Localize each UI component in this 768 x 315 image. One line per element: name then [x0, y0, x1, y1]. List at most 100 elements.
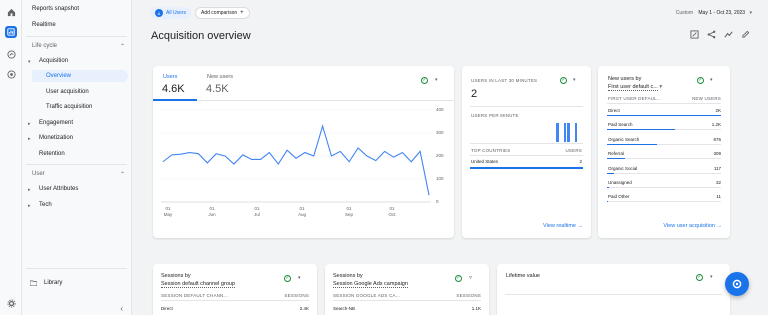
active-tab-underline	[153, 99, 197, 101]
lifetime-value-title: Lifetime value	[506, 273, 540, 279]
x-tick-month: Aug	[297, 212, 306, 217]
row-value-bar	[470, 167, 583, 169]
reports-icon[interactable]	[5, 26, 17, 38]
nav-divider	[26, 36, 127, 37]
date-range-value: May 1 - Oct 23, 2023	[698, 10, 746, 16]
nav-monetization[interactable]: Monetization	[39, 135, 73, 141]
check-circle-icon: ✓	[697, 77, 704, 84]
dimension-picker[interactable]: First user default c...	[608, 84, 658, 91]
dimension-col-header: SESSION DEFAULT CHANN...	[161, 293, 228, 298]
insights-icon[interactable]	[724, 30, 733, 41]
table-header-divider	[607, 103, 721, 104]
add-comparison-button[interactable]: Add comparison +	[195, 7, 250, 19]
nav-retention[interactable]: Retention	[39, 151, 65, 157]
y-tick-label: 100	[436, 176, 444, 181]
caret-down-icon: ▾	[28, 59, 31, 65]
edit-pencil-icon[interactable]	[741, 30, 750, 41]
y-tick-label: 200	[436, 153, 444, 158]
dimension-picker[interactable]: Session default channel group	[161, 281, 235, 288]
data-point	[242, 154, 244, 156]
nav-library[interactable]: Library	[44, 280, 62, 286]
table-row-name: Paid Search	[608, 122, 633, 128]
check-circle-icon: ✓	[284, 275, 291, 282]
x-tick-month: Oct	[388, 212, 396, 217]
dimension-picker[interactable]: Session Google Ads campaign	[333, 281, 408, 288]
y-tick-label: 0	[436, 199, 439, 204]
audience-letter-badge: A	[155, 9, 163, 17]
x-tick-label: 01 Oct	[385, 206, 399, 218]
view-realtime-link[interactable]: View realtime →	[543, 223, 583, 229]
advertising-icon[interactable]	[5, 68, 17, 80]
tab-new-users-label[interactable]: New users	[207, 74, 233, 80]
data-point	[215, 153, 217, 154]
sessions-campaign-title: Sessions by Session Google Ads campaign	[333, 272, 408, 288]
x-tick-label: 01 May	[161, 206, 175, 218]
lifetime-value-card: Lifetime value ✓ ▾	[497, 264, 730, 315]
nav-tech[interactable]: Tech	[39, 202, 52, 208]
caret-down-icon[interactable]: ▾	[435, 77, 438, 83]
data-point	[198, 153, 199, 154]
row-value-bar	[607, 172, 614, 174]
table-row-value: 1.2K	[711, 122, 721, 128]
nav-section-life-cycle[interactable]: Life cycle	[32, 43, 57, 49]
chevron-left-icon[interactable]: ‹	[120, 304, 123, 313]
filter-icon[interactable]: ▿	[469, 274, 472, 281]
table-header-divider	[333, 300, 481, 301]
new-users-card: New users by First user default c... ▾ ✓…	[598, 66, 730, 238]
caret-down-icon: ▾	[659, 84, 663, 90]
nav-acquisition[interactable]: Acquisition	[39, 58, 68, 64]
arrow-right-icon: →	[577, 223, 584, 229]
tab-users-value: 4.6K	[162, 83, 185, 95]
settings-gear-icon[interactable]	[5, 297, 17, 309]
arrow-right-icon: →	[716, 223, 723, 229]
icon-rail	[0, 0, 22, 315]
nav-user-acquisition[interactable]: User acquisition	[46, 89, 89, 95]
data-point	[171, 154, 173, 156]
users-overview-card: Users 4.6K New users 4.5K ✓ ▾ 400 300 200 1…	[153, 66, 454, 238]
check-circle-icon: ✓	[560, 77, 567, 84]
x-tick-label: 01 Jun	[205, 206, 219, 218]
view-user-acquisition-link[interactable]: View user acquisition →	[663, 223, 722, 229]
nav-realtime[interactable]: Realtime	[32, 22, 56, 28]
data-point	[269, 152, 270, 153]
nav-overview[interactable]: Overview	[46, 73, 71, 79]
customize-report-icon[interactable]	[690, 30, 699, 41]
view-user-acquisition-label: View user acquisition	[663, 223, 715, 229]
users-series-line	[162, 124, 430, 196]
insights-assistant-button[interactable]	[725, 272, 749, 296]
row-value-bar	[607, 158, 625, 160]
caret-down-icon[interactable]: ▾	[573, 77, 576, 83]
home-icon[interactable]	[5, 6, 17, 18]
caret-down-icon[interactable]: ▾	[298, 275, 301, 281]
nav-engagement[interactable]: Engagement	[39, 120, 73, 126]
audience-chip-label: All Users	[166, 10, 187, 16]
caret-down-icon: ▾	[749, 10, 752, 16]
share-icon[interactable]	[707, 30, 716, 41]
x-tick-month: Sep	[344, 212, 353, 217]
card-title-line1: Sessions by	[333, 273, 363, 279]
card-title-line1: Sessions by	[161, 273, 191, 279]
chevron-up-icon[interactable]: ⌃	[120, 171, 125, 178]
chevron-up-icon[interactable]: ⌃	[120, 43, 125, 50]
data-point	[251, 159, 252, 160]
nav-traffic-acquisition[interactable]: Traffic acquisition	[46, 104, 92, 110]
data-point	[260, 159, 261, 160]
nav-section-user[interactable]: User	[32, 171, 45, 177]
date-range-picker[interactable]: Custom May 1 - Oct 23, 2023 ▾	[676, 10, 752, 16]
tab-users-label[interactable]: Users	[163, 74, 177, 80]
table-row-value: 11	[716, 194, 721, 200]
nav-user-attributes[interactable]: User Attributes	[39, 186, 78, 192]
check-circle-icon: ✓	[455, 275, 462, 282]
table-row-name: Direct	[608, 108, 620, 113]
realtime-user-count: 2	[471, 88, 478, 100]
caret-right-icon: ▸	[28, 187, 31, 193]
explore-icon[interactable]	[5, 48, 17, 60]
row-value-bar	[607, 129, 676, 131]
per-minute-bar	[556, 123, 559, 142]
caret-down-icon[interactable]: ▾	[710, 77, 713, 83]
users-line-chart	[161, 109, 431, 203]
data-point	[313, 155, 315, 157]
nav-reports-snapshot[interactable]: Reports snapshot	[32, 6, 79, 12]
caret-down-icon[interactable]: ▾	[710, 274, 713, 280]
audience-chip[interactable]: A All Users	[150, 7, 192, 19]
